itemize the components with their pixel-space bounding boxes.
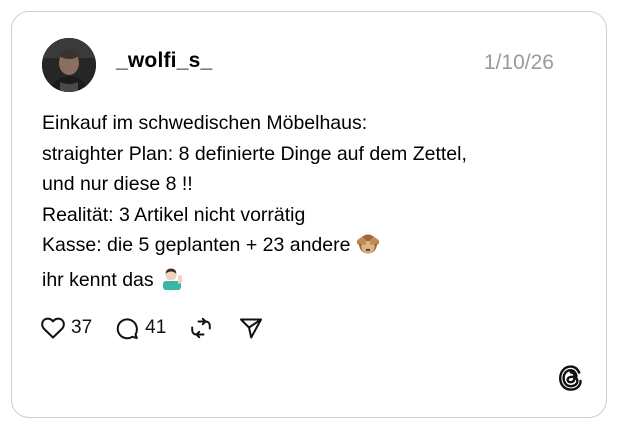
person-tipping-hand-icon	[160, 266, 184, 300]
reply-count: 41	[145, 317, 167, 338]
like-count: 37	[71, 317, 93, 338]
post-line-with-emoji: Kasse: die 5 geplanten + 23 andere	[42, 230, 582, 265]
post-line: straighter Plan: 8 definierte Dinge auf …	[42, 142, 467, 165]
repost-icon	[188, 315, 214, 341]
avatar-photo	[42, 38, 96, 92]
post-date: 1/10/26	[483, 51, 554, 74]
avatar[interactable]	[42, 38, 96, 92]
post-line: und nur diese 8 !!	[42, 173, 193, 195]
post-line-with-emoji: ihr kennt das	[42, 265, 582, 300]
speech-bubble-icon	[114, 315, 140, 341]
share-button[interactable]	[238, 315, 264, 341]
username[interactable]: _wolfi_s_	[116, 49, 212, 73]
repost-button[interactable]	[188, 315, 214, 341]
threads-logo-icon	[557, 364, 585, 392]
see-no-evil-monkey-icon	[356, 233, 380, 265]
post-line: Realität: 3 Artikel nicht vorrätig	[42, 203, 306, 226]
post-body: Einkauf im schwedischen Möbelhaus: strai…	[42, 108, 582, 299]
reply-button[interactable]: 41	[114, 315, 166, 341]
send-icon	[238, 315, 264, 341]
post-line: Einkauf im schwedischen Möbelhaus:	[42, 112, 368, 134]
post-line: ihr kennt das	[42, 268, 154, 291]
post-line: Kasse: die 5 geplanten + 23 andere	[42, 234, 351, 256]
heart-icon	[40, 316, 66, 340]
post-actions: 37 41	[40, 314, 264, 342]
like-button[interactable]: 37	[40, 316, 92, 340]
